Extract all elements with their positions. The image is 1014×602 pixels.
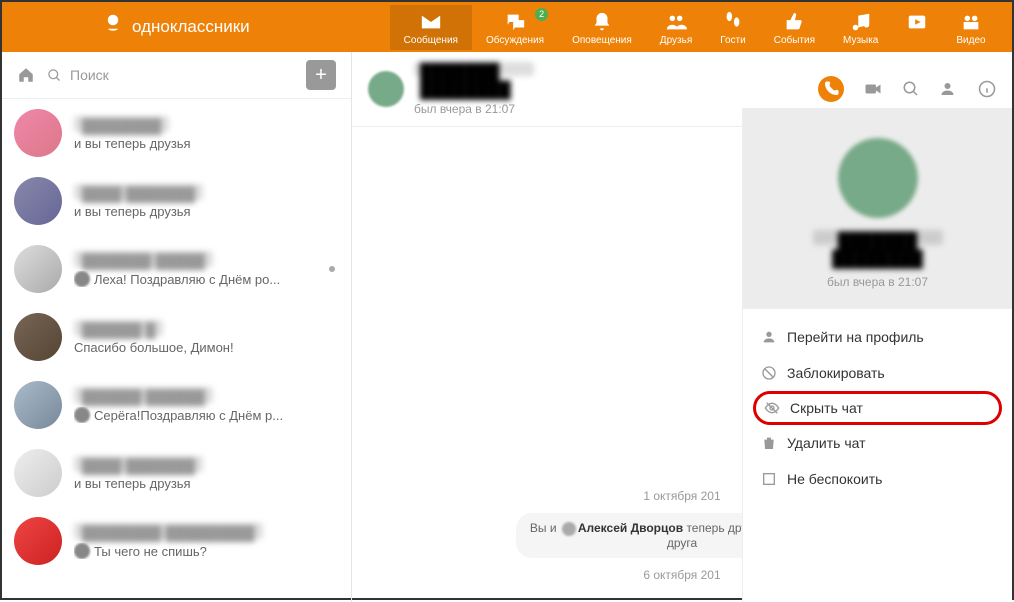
video-camera-icon (960, 11, 982, 33)
avatar (14, 177, 62, 225)
chat-preview: и вы теперь друзья (74, 476, 339, 491)
thumbs-up-icon (783, 11, 805, 33)
nav-guests[interactable]: Гости (706, 5, 759, 50)
checkbox-icon (761, 471, 777, 487)
sender-avatar-icon (74, 407, 90, 423)
music-icon (850, 11, 872, 33)
nav-friends[interactable]: Друзья (646, 5, 706, 50)
action-block[interactable]: Заблокировать (743, 355, 1012, 391)
info-icon[interactable] (978, 80, 996, 98)
chat-item[interactable]: ███████ █████ Леха! Поздравляю с Днём ро.… (2, 235, 351, 303)
chat-sidebar: + ████████ и вы теперь друзья ████ ██████… (2, 52, 352, 602)
chat-item[interactable]: ████ ███████ и вы теперь друзья (2, 439, 351, 507)
unread-dot (329, 266, 335, 272)
chat-actions (818, 76, 996, 102)
action-dnd[interactable]: Не беспокоить (743, 461, 1012, 497)
sidebar-toolbar: + (2, 52, 351, 99)
sender-avatar-icon (74, 271, 90, 287)
info-header: ███████ ████████ был вчера в 21:07 (743, 108, 1012, 309)
chat-name: ████████ █████████ (74, 523, 263, 539)
add-user-icon[interactable] (940, 80, 958, 98)
chat-name: ████ ███████ (74, 456, 203, 472)
chat-name: ████████ (74, 116, 169, 132)
discussions-badge: 2 (535, 8, 548, 21)
chat-title: ███████ ████████ (414, 62, 534, 76)
nav-video-play[interactable] (892, 5, 942, 50)
nav-discussions[interactable]: 2 Обсуждения (472, 5, 558, 50)
chat-preview: и вы теперь друзья (74, 204, 339, 219)
home-icon[interactable] (17, 66, 35, 84)
chat-preview: Спасибо большое, Димон! (74, 340, 339, 355)
friends-icon (665, 11, 687, 33)
chat-list[interactable]: ████████ и вы теперь друзья ████ ███████ и… (2, 99, 351, 602)
chat-item[interactable]: ████████ и вы теперь друзья (2, 99, 351, 167)
ok-logo-icon (102, 13, 124, 41)
chat-bubbles-icon (504, 11, 526, 33)
main-nav: Сообщения 2 Обсуждения Оповещения Друзья… (390, 5, 1000, 50)
chat-area: ███████ ████████ был вчера в 21:07 1 окт… (352, 52, 1012, 602)
chat-avatar[interactable] (368, 71, 404, 107)
chat-preview: Леха! Поздравляю с Днём ро... (74, 271, 339, 287)
eye-off-icon (764, 400, 780, 416)
chat-preview: Серёга!Поздравляю с Днём р... (74, 407, 339, 423)
call-button[interactable] (818, 76, 844, 102)
avatar (14, 449, 62, 497)
sender-avatar-icon (74, 543, 90, 559)
search-chat-icon[interactable] (902, 80, 920, 98)
footprints-icon (722, 11, 744, 33)
chat-name: ████ ███████ (74, 184, 203, 200)
chat-preview: Ты чего не спишь? (74, 543, 339, 559)
chat-name: ███████ █████ (74, 251, 213, 267)
info-actions: Перейти на профиль Заблокировать Скрыть … (743, 309, 1012, 507)
chat-preview: и вы теперь друзья (74, 136, 339, 151)
brand-text: одноклассники (132, 17, 250, 37)
avatar (14, 109, 62, 157)
avatar (14, 313, 62, 361)
chat-item[interactable]: ██████ ██████ Серёга!Поздравляю с Днём р.… (2, 371, 351, 439)
chat-item[interactable]: ████████ █████████ Ты чего не спишь? (2, 507, 351, 575)
chat-name: ██████ ██████ (74, 387, 213, 403)
info-status: был вчера в 21:07 (743, 275, 1012, 289)
action-profile[interactable]: Перейти на профиль (743, 319, 1012, 355)
action-hide-chat[interactable]: Скрыть чат (753, 391, 1002, 425)
info-avatar[interactable] (838, 138, 918, 218)
search-box[interactable] (47, 67, 294, 83)
play-icon (906, 11, 928, 33)
chat-item[interactable]: ██████ █ Спасибо большое, Димон! (2, 303, 351, 371)
mini-avatar-icon (562, 522, 576, 536)
bell-icon (591, 11, 613, 33)
avatar (14, 245, 62, 293)
video-call-icon[interactable] (864, 80, 882, 98)
chat-info-panel: ███████ ████████ был вчера в 21:07 Перей… (742, 108, 1012, 602)
avatar (14, 517, 62, 565)
nav-events[interactable]: События (760, 5, 829, 50)
chat-item[interactable]: ████ ███████ и вы теперь друзья (2, 167, 351, 235)
nav-music[interactable]: Музыка (829, 5, 892, 50)
person-icon (761, 329, 777, 345)
mail-icon (420, 11, 442, 33)
nav-notifications[interactable]: Оповещения (558, 5, 646, 50)
block-icon (761, 365, 777, 381)
chat-name: ██████ █ (74, 320, 163, 336)
nav-video[interactable]: Видео (942, 5, 999, 50)
new-chat-button[interactable]: + (306, 60, 336, 90)
nav-messages[interactable]: Сообщения (390, 5, 472, 50)
app-header: одноклассники Сообщения 2 Обсуждения Опо… (2, 2, 1012, 52)
info-name: ███████ ████████ (813, 230, 943, 245)
avatar (14, 381, 62, 429)
search-input[interactable] (70, 67, 294, 83)
action-delete-chat[interactable]: Удалить чат (743, 425, 1012, 461)
trash-icon (761, 435, 777, 451)
search-icon (47, 68, 62, 83)
brand-logo[interactable]: одноклассники (102, 13, 250, 41)
